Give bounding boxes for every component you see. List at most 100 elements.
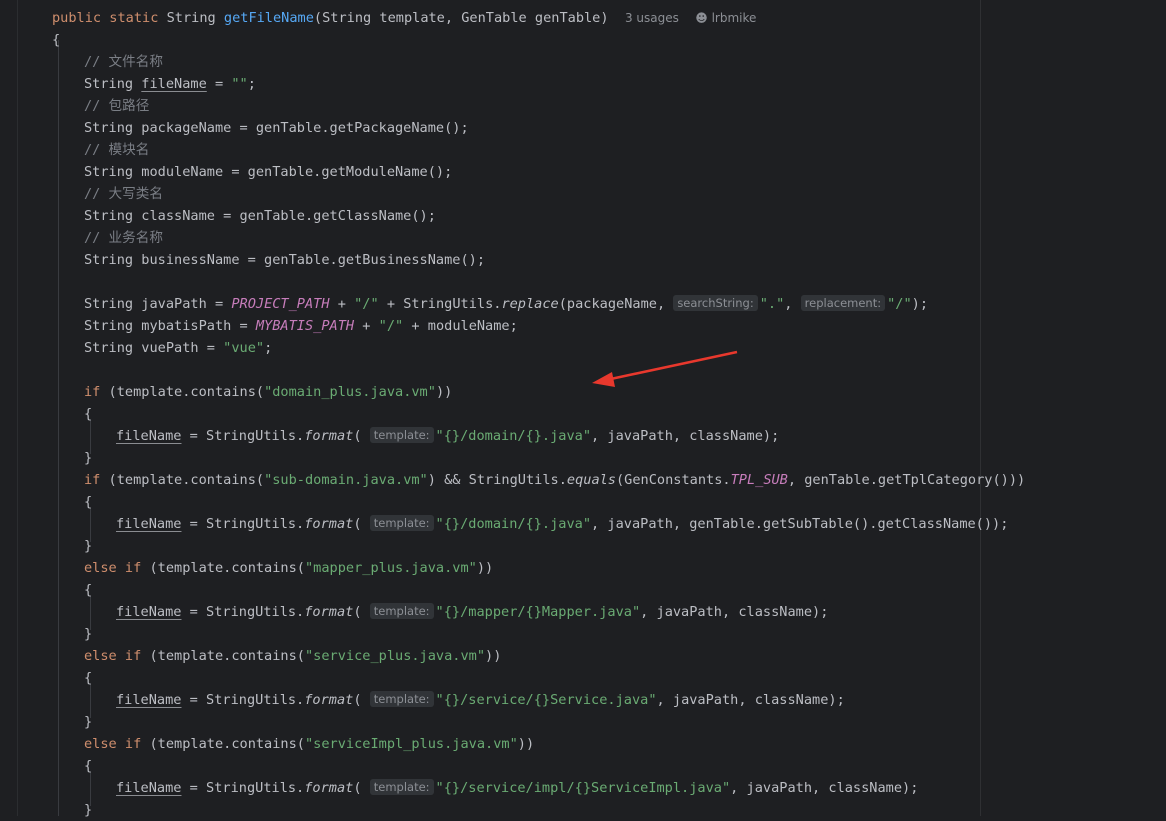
- static-method: format: [304, 692, 354, 708]
- code-line[interactable]: String javaPath = PROJECT_PATH + "/" + S…: [84, 293, 928, 315]
- variable: fileName: [116, 428, 182, 444]
- code-text: String: [84, 76, 142, 92]
- constant: PROJECT_PATH: [231, 296, 330, 312]
- code-editor[interactable]: public static String getFileName(String …: [0, 0, 1166, 818]
- code-line[interactable]: {: [84, 579, 92, 601]
- code-text: (packageName,: [558, 296, 674, 312]
- code-text: , javaPath, className);: [640, 604, 829, 620]
- comment-line[interactable]: // 大写类名: [84, 183, 163, 205]
- author-name: lrbmike: [711, 11, 757, 25]
- string-literal: "{}/domain/{}.java": [435, 428, 592, 444]
- code-text: )): [485, 648, 502, 664]
- parameter-hint: replacement:: [800, 295, 886, 311]
- return-type: String: [166, 10, 216, 26]
- code-line[interactable]: if (template.contains("sub-domain.java.v…: [84, 469, 1025, 491]
- comment-line[interactable]: // 业务名称: [84, 227, 163, 249]
- code-text: (template.contains(: [141, 648, 305, 664]
- keyword: else if: [84, 736, 142, 752]
- string-literal: "": [231, 76, 248, 92]
- code-line[interactable]: }: [84, 711, 92, 733]
- string-literal: "/": [378, 318, 404, 334]
- code-line[interactable]: String className = genTable.getClassName…: [84, 205, 436, 227]
- string-literal: "serviceImpl_plus.java.vm": [304, 736, 518, 752]
- variable: fileName: [141, 76, 207, 92]
- keyword: if: [84, 384, 101, 400]
- code-line[interactable]: String businessName = genTable.getBusine…: [84, 249, 485, 271]
- code-text: =: [206, 76, 232, 92]
- code-line[interactable]: {: [52, 29, 60, 51]
- code-line[interactable]: else if (template.contains("serviceImpl_…: [84, 733, 534, 755]
- comment-line[interactable]: // 文件名称: [84, 51, 163, 73]
- code-text: ;: [247, 76, 256, 92]
- code-line[interactable]: {: [84, 755, 92, 777]
- code-text: , javaPath, className);: [730, 780, 919, 796]
- code-text: = StringUtils.: [181, 428, 305, 444]
- right-margin-guide: [980, 0, 981, 816]
- variable: fileName: [116, 692, 182, 708]
- code-line[interactable]: }: [84, 447, 92, 469]
- code-text: , javaPath, className);: [591, 428, 780, 444]
- code-text: = StringUtils.: [181, 516, 305, 532]
- code-line[interactable]: }: [84, 623, 92, 645]
- code-text: String vuePath =: [84, 340, 224, 356]
- code-line[interactable]: fileName = StringUtils.format( template:…: [116, 777, 918, 799]
- code-text: );: [911, 296, 929, 312]
- method-signature-line[interactable]: public static String getFileName(String …: [52, 7, 756, 29]
- string-literal: "vue": [223, 340, 265, 356]
- method-params: (String template, GenTable genTable): [313, 10, 609, 26]
- keyword: else if: [84, 560, 142, 576]
- code-line[interactable]: String packageName = genTable.getPackage…: [84, 117, 469, 139]
- code-line[interactable]: fileName = StringUtils.format( template:…: [116, 601, 828, 623]
- parameter-hint: template:: [369, 603, 434, 619]
- constant: MYBATIS_PATH: [255, 318, 355, 334]
- code-line[interactable]: String fileName = "";: [84, 73, 256, 95]
- code-line[interactable]: String moduleName = genTable.getModuleNa…: [84, 161, 452, 183]
- code-line[interactable]: fileName = StringUtils.format( template:…: [116, 689, 845, 711]
- string-literal: "{}/mapper/{}Mapper.java": [435, 604, 641, 620]
- user-icon: ☻: [695, 11, 708, 25]
- variable: fileName: [116, 516, 182, 532]
- code-line[interactable]: if (template.contains("domain_plus.java.…: [84, 381, 452, 403]
- author-hint[interactable]: ☻ lrbmike: [695, 11, 756, 25]
- static-method: format: [304, 516, 354, 532]
- comment-line[interactable]: // 模块名: [84, 139, 149, 161]
- string-literal: "/": [354, 296, 379, 312]
- comment-line[interactable]: // 包路径: [84, 95, 149, 117]
- code-line[interactable]: }: [84, 799, 92, 821]
- variable: fileName: [116, 604, 182, 620]
- constant: TPL_SUB: [730, 472, 788, 488]
- code-text: , genTable.getTplCategory())): [787, 472, 1026, 488]
- code-text: + StringUtils.: [378, 296, 502, 312]
- keyword: if: [84, 472, 101, 488]
- string-literal: "{}/domain/{}.java": [435, 516, 592, 532]
- code-text: (template.contains(: [141, 736, 305, 752]
- code-line[interactable]: {: [84, 667, 92, 689]
- code-text: (template.contains(: [100, 472, 265, 488]
- static-method: equals: [566, 472, 616, 488]
- code-line[interactable]: String mybatisPath = MYBATIS_PATH + "/" …: [84, 315, 518, 337]
- code-line[interactable]: String vuePath = "vue";: [84, 337, 272, 359]
- code-text: +: [354, 318, 379, 334]
- usages-link[interactable]: 3 usages: [625, 11, 679, 25]
- code-text: ,: [784, 296, 801, 312]
- code-line[interactable]: else if (template.contains("mapper_plus.…: [84, 557, 493, 579]
- code-text: = StringUtils.: [181, 604, 305, 620]
- code-text: ) && StringUtils.: [427, 472, 567, 488]
- parameter-hint: template:: [369, 515, 434, 531]
- code-line[interactable]: }: [84, 535, 92, 557]
- parameter-hint: template:: [369, 427, 434, 443]
- indent-guide: [58, 40, 59, 816]
- code-text: , javaPath, genTable.getSubTable().getCl…: [591, 516, 1009, 532]
- code-text: ;: [264, 340, 273, 356]
- code-line[interactable]: {: [84, 491, 92, 513]
- code-line[interactable]: fileName = StringUtils.format( template:…: [116, 513, 1008, 535]
- string-literal: "{}/service/impl/{}ServiceImpl.java": [435, 780, 731, 796]
- code-text: + moduleName;: [403, 318, 518, 334]
- code-line[interactable]: fileName = StringUtils.format( template:…: [116, 425, 779, 447]
- code-line[interactable]: {: [84, 403, 92, 425]
- code-line[interactable]: else if (template.contains("service_plus…: [84, 645, 501, 667]
- code-text: )): [476, 560, 494, 576]
- parameter-hint: searchString:: [673, 295, 758, 311]
- string-literal: ".": [759, 296, 785, 312]
- static-method: format: [304, 780, 354, 796]
